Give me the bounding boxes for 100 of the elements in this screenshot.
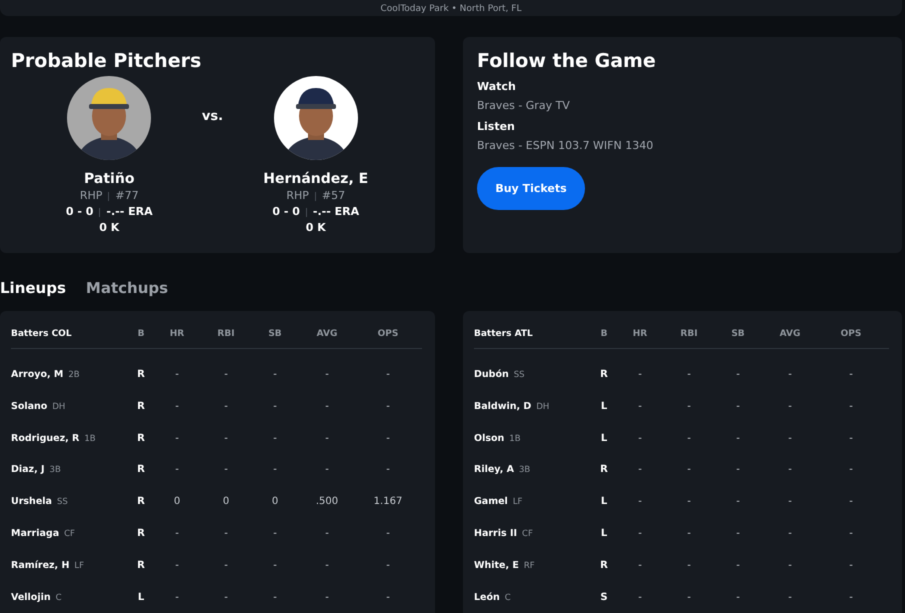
batter-position: CF [64,529,75,540]
table-cell-text: - [735,496,741,508]
table-cell-text: - [787,528,793,540]
table-cell-text: - [848,592,854,603]
table-cell-text: - [686,496,692,508]
table-cell-text: - [735,369,741,380]
table-cell-text: R [136,560,146,571]
batter-position: DH [52,402,66,412]
table-cell-text: - [324,528,330,540]
table-cell-text: - [637,400,643,412]
table-cell-text: - [272,528,278,540]
buy-tickets-button[interactable]: Buy Tickets [477,167,585,210]
batter-position: 1B [84,434,96,444]
table-cell-text: - [848,560,854,571]
table-cell-text: L [136,592,146,603]
table-cell-text: - [735,560,741,571]
batter-name[interactable]: Arroyo, M [11,369,64,380]
batter-name[interactable]: Rodriguez, R [11,432,80,444]
table-cell-text: - [223,400,229,412]
table-cell-text: - [385,400,391,412]
era-stat: -.-- ERA [312,204,360,220]
batter-name[interactable]: Olson [474,432,504,444]
tab[interactable]: Matchups [86,279,168,298]
table-cell-text: - [272,400,278,412]
table-cell-text: - [223,560,229,571]
table-cell-text: - [848,496,854,508]
table-cell-text: - [735,400,741,412]
broadcast-info: Braves - ESPN 103.7 WIFN 1340 [477,138,654,154]
table-cell-text: - [385,592,391,603]
table-cell-text: 0 [222,496,230,508]
batter-name[interactable]: Marriaga [11,528,60,540]
batter-name[interactable]: León [474,592,500,603]
batter-name[interactable]: Baldwin, D [474,400,532,412]
batter-name[interactable]: Urshela [11,496,52,508]
table-cell-text: - [787,400,793,412]
batter-position: DH [536,402,550,412]
table-cell-text: - [637,464,643,476]
table-cell-text: - [637,528,643,540]
table-cell-text: - [174,464,180,476]
table-cell-text: - [686,369,692,380]
table-cell-text: - [787,369,793,380]
table-cell-text: - [686,592,692,603]
table-cell-text: R [599,369,609,380]
tab[interactable]: Lineups [0,279,66,298]
column-header: HR [168,329,186,340]
batter-position: LF [74,560,84,571]
table-cell-text: - [324,400,330,412]
batter-name[interactable]: Solano [11,400,48,412]
table-cell-text: - [787,592,793,603]
batter-position: 2B [68,370,80,380]
table-cell-text: - [223,432,229,444]
table-cell-text: L [600,400,608,412]
section-heading: Listen [477,119,516,136]
batter-name[interactable]: Vellojin [11,592,51,603]
table-cell-text: - [735,464,741,476]
table-cell-text: 0 [172,496,182,508]
table-cell-text: - [324,464,330,476]
table-cell-text: - [272,369,278,380]
batter-position: 3B [50,465,61,476]
batter-position: LF [512,497,522,508]
table-cell-text: - [848,464,854,476]
table-cell-text: - [637,496,643,508]
pitcher-throws: RHP [286,188,309,204]
table-cell-text: - [324,560,330,571]
table-cell-text: L [600,528,608,540]
batter-name[interactable]: Harris II [474,528,518,540]
table-cell-text: R [136,528,146,540]
table-cell-text: - [686,528,692,540]
batter-name[interactable]: Gamel [474,496,508,508]
batter-name[interactable]: Diaz, J [11,464,45,476]
batter-name[interactable]: White, E [474,560,519,571]
table-cell-text: - [385,464,391,476]
table-cell-text: - [686,464,692,476]
batter-position: C [56,592,62,603]
pitcher-name[interactable]: Patiño [84,170,134,188]
venue-text: CoolToday Park • North Port, FL [380,3,522,16]
era-stat: -.-- ERA [106,204,153,220]
table-cell-text: - [735,432,741,444]
column-header: RBI [216,329,236,340]
table-cell-text: R [136,464,146,476]
table-title: Batters COL [11,329,73,340]
table-cell-text: - [637,560,643,571]
column-header: SB [267,329,283,340]
batter-name[interactable]: Riley, A [474,464,514,476]
table-cell-text: R [136,369,146,380]
table-cell-text: - [848,528,854,540]
section-heading: Watch [477,79,517,96]
pitcher-name[interactable]: Hernández, E [263,170,368,188]
strikeouts-stat: 0 K [99,220,120,236]
table-cell-text: - [385,528,391,540]
table-cell-text: R [136,496,146,508]
batter-position: 1B [509,434,521,444]
table-cell-text: R [599,560,609,571]
batter-name[interactable]: Dubón [474,369,509,380]
table-cell-text: - [385,432,391,444]
strikeouts-stat: 0 K [306,220,326,236]
table-cell-text: - [174,400,180,412]
batter-position: SS [514,370,525,380]
batter-name[interactable]: Ramírez, H [11,560,70,571]
column-header: OPS [840,329,862,340]
